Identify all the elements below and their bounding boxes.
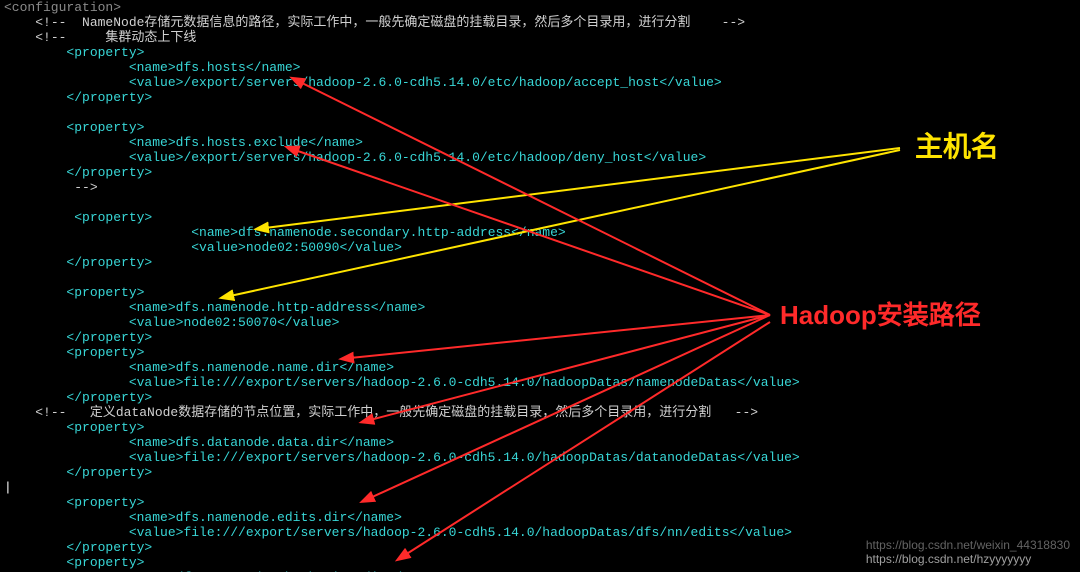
property-open: <property> bbox=[66, 120, 144, 135]
property-close: </property> bbox=[66, 90, 152, 105]
value-val: /export/servers/hadoop-2.6.0-cdh5.14.0/e… bbox=[183, 75, 659, 90]
name-tag-close: </name> bbox=[339, 360, 394, 375]
name-tag-close: </name> bbox=[511, 225, 566, 240]
name-tag: <name> bbox=[129, 300, 176, 315]
property-open: <property> bbox=[66, 285, 144, 300]
name-tag-close: </name> bbox=[347, 510, 402, 525]
name-tag: <name> bbox=[129, 135, 176, 150]
value-val: node02:50070 bbox=[183, 315, 277, 330]
property-close: </property> bbox=[66, 330, 152, 345]
property-open: <property> bbox=[66, 495, 144, 510]
property-open: <property> bbox=[66, 420, 144, 435]
name-tag-close: </name> bbox=[371, 300, 426, 315]
value-tag-close: </value> bbox=[644, 150, 706, 165]
value-tag-close: </value> bbox=[730, 525, 792, 540]
comment-cluster: <!-- 集群动态上下线 bbox=[35, 30, 196, 45]
value-tag: <value> bbox=[129, 150, 184, 165]
comment-datanode: <!-- 定义dataNode数据存储的节点位置，实际工作中，一般先确定磁盘的挂… bbox=[35, 405, 758, 420]
comment-namenode: <!-- NameNode存储元数据信息的路径，实际工作中，一般先确定磁盘的挂载… bbox=[35, 15, 745, 30]
value-tag: <value> bbox=[129, 75, 184, 90]
name-tag-close: </name> bbox=[246, 60, 301, 75]
value-tag-close: </value> bbox=[737, 375, 799, 390]
name-tag: <name> bbox=[129, 360, 176, 375]
name-val: dfs.namenode.name.dir bbox=[176, 360, 340, 375]
name-tag-close: </name> bbox=[339, 435, 394, 450]
comment-end: --> bbox=[66, 180, 97, 195]
property-close: </property> bbox=[66, 165, 152, 180]
watermark: https://blog.csdn.net/weixin_44318830 ht… bbox=[866, 538, 1070, 566]
value-tag: <value> bbox=[129, 375, 184, 390]
name-val: dfs.namenode.http-address bbox=[176, 300, 371, 315]
property-open: <property> bbox=[66, 45, 144, 60]
text-cursor: | bbox=[4, 480, 12, 495]
configuration-tag: <configuration> bbox=[4, 0, 121, 15]
value-val: node02:50090 bbox=[246, 240, 340, 255]
name-val: dfs.hosts.exclude bbox=[176, 135, 309, 150]
property-close: </property> bbox=[66, 390, 152, 405]
name-val: dfs.namenode.edits.dir bbox=[176, 510, 348, 525]
name-tag: <name> bbox=[129, 435, 176, 450]
value-val: file:///export/servers/hadoop-2.6.0-cdh5… bbox=[183, 525, 729, 540]
value-tag-close: </value> bbox=[339, 240, 401, 255]
name-tag: <name> bbox=[129, 510, 176, 525]
value-tag: <value> bbox=[129, 450, 184, 465]
property-open: <property> bbox=[66, 345, 144, 360]
value-tag: <value> bbox=[129, 315, 184, 330]
value-tag-close: </value> bbox=[659, 75, 721, 90]
name-tag-close: </name> bbox=[308, 135, 363, 150]
xml-config-editor[interactable]: <configuration> <!-- NameNode存储元数据信息的路径，… bbox=[0, 0, 1080, 572]
property-open: <property> bbox=[66, 555, 144, 570]
value-tag-close: </value> bbox=[277, 315, 339, 330]
name-tag: <name> bbox=[129, 60, 176, 75]
value-tag-close: </value> bbox=[737, 450, 799, 465]
value-tag: <value> bbox=[129, 525, 184, 540]
value-val: file:///export/servers/hadoop-2.6.0-cdh5… bbox=[183, 375, 737, 390]
property-open: <property> bbox=[66, 210, 152, 225]
property-close: </property> bbox=[66, 465, 152, 480]
property-close: </property> bbox=[66, 255, 152, 270]
value-val: /export/servers/hadoop-2.6.0-cdh5.14.0/e… bbox=[183, 150, 643, 165]
value-tag: <value> bbox=[191, 240, 246, 255]
property-close: </property> bbox=[66, 540, 152, 555]
name-val: dfs.hosts bbox=[176, 60, 246, 75]
name-tag: <name> bbox=[191, 225, 238, 240]
name-val: dfs.namenode.secondary.http-address bbox=[238, 225, 511, 240]
value-val: file:///export/servers/hadoop-2.6.0-cdh5… bbox=[183, 450, 737, 465]
name-val: dfs.datanode.data.dir bbox=[176, 435, 340, 450]
